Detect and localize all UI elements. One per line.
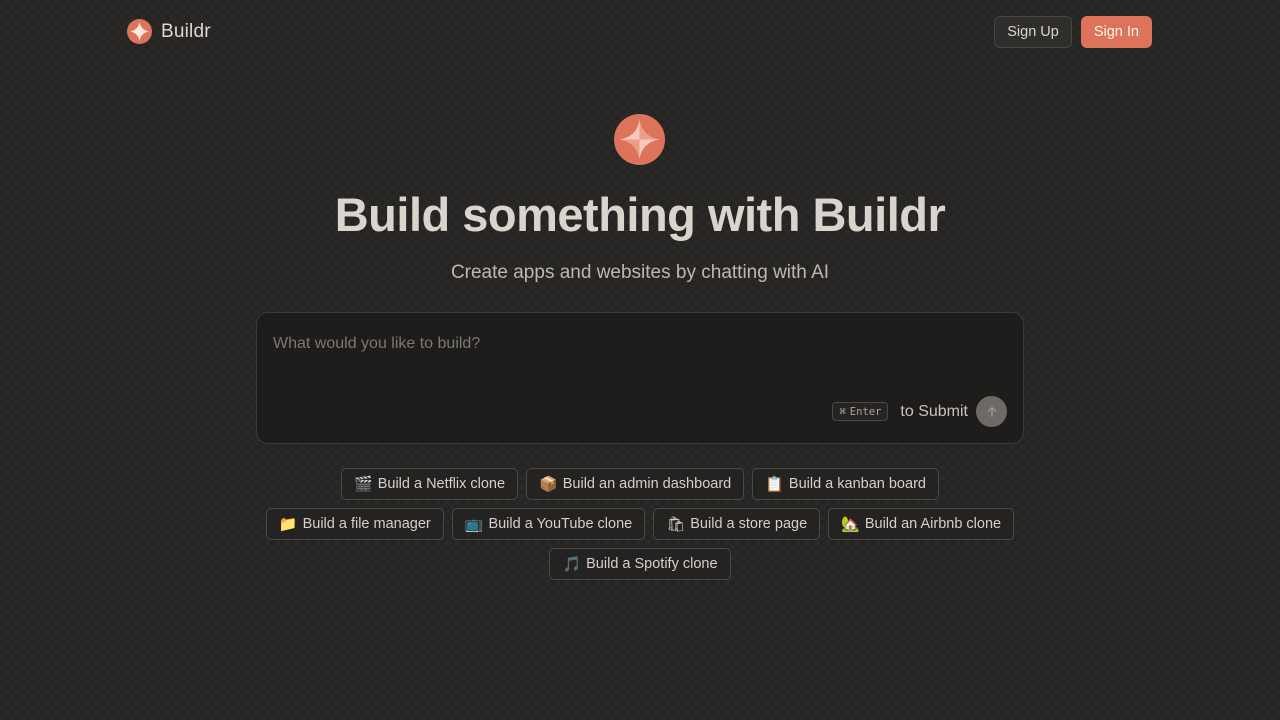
submit-hint: to Submit bbox=[900, 402, 968, 420]
suggestion-row: 📁 Build a file manager 📺 Build a YouTube… bbox=[0, 508, 1280, 540]
television-icon: 📺 bbox=[464, 515, 484, 533]
suggestion-label: Build an admin dashboard bbox=[562, 476, 732, 492]
suggestion-admin-dashboard[interactable]: 📦 Build an admin dashboard bbox=[526, 468, 745, 500]
suggestion-file-manager[interactable]: 📁 Build a file manager bbox=[265, 508, 444, 540]
suggestion-chips: 🎬 Build a Netflix clone 📦 Build an admin… bbox=[0, 468, 1280, 588]
shopping-bags-icon: 🛍 bbox=[666, 515, 686, 533]
brand-name: Buildr bbox=[161, 20, 211, 42]
arrow-up-icon bbox=[987, 406, 996, 417]
hero-logo-icon bbox=[614, 114, 665, 165]
suggestion-label: Build a YouTube clone bbox=[488, 516, 633, 532]
clipboard-icon: 📋 bbox=[765, 475, 784, 493]
clapperboard-icon: 🎬 bbox=[354, 475, 373, 493]
page-subtitle: Create apps and websites by chatting wit… bbox=[450, 262, 830, 283]
prompt-input[interactable] bbox=[273, 335, 1003, 395]
folder-icon: 📁 bbox=[278, 515, 298, 533]
suggestion-row: 🎵 Build a Spotify clone bbox=[0, 548, 1280, 580]
submit-row: ⌘ Enter to Submit bbox=[832, 396, 1007, 427]
suggestion-youtube-clone[interactable]: 📺 Build a YouTube clone bbox=[451, 508, 646, 540]
suggestion-label: Build a file manager bbox=[302, 516, 431, 532]
prompt-composer: ⌘ Enter to Submit bbox=[256, 312, 1024, 444]
music-note-icon: 🎵 bbox=[562, 555, 582, 573]
house-icon: 🏡 bbox=[841, 515, 860, 533]
suggestion-label: Build an Airbnb clone bbox=[864, 516, 1002, 532]
suggestion-label: Build a kanban board bbox=[788, 476, 926, 492]
command-key-icon: ⌘ bbox=[839, 405, 846, 418]
enter-key-label: Enter bbox=[849, 405, 882, 418]
buildr-logo-icon bbox=[127, 19, 152, 44]
package-icon: 📦 bbox=[539, 475, 558, 493]
suggestion-row: 🎬 Build a Netflix clone 📦 Build an admin… bbox=[0, 468, 1280, 500]
suggestion-label: Build a Netflix clone bbox=[377, 476, 506, 492]
suggestion-store-page[interactable]: 🛍 Build a store page bbox=[653, 508, 821, 540]
auth-buttons: Sign Up Sign In bbox=[994, 16, 1152, 48]
suggestion-airbnb-clone[interactable]: 🏡 Build an Airbnb clone bbox=[828, 508, 1015, 540]
suggestion-label: Build a Spotify clone bbox=[586, 556, 718, 572]
suggestion-spotify-clone[interactable]: 🎵 Build a Spotify clone bbox=[549, 548, 731, 580]
sign-up-button[interactable]: Sign Up bbox=[994, 16, 1072, 48]
keyboard-shortcut-badge: ⌘ Enter bbox=[832, 402, 889, 421]
brand[interactable]: Buildr bbox=[127, 19, 211, 44]
send-button[interactable] bbox=[976, 396, 1007, 427]
top-header: Buildr Sign Up Sign In bbox=[0, 0, 1280, 64]
page-title: Build something with Buildr bbox=[334, 188, 946, 241]
suggestion-netflix-clone[interactable]: 🎬 Build a Netflix clone bbox=[341, 468, 519, 500]
suggestion-label: Build a store page bbox=[690, 516, 808, 532]
suggestion-kanban-board[interactable]: 📋 Build a kanban board bbox=[752, 468, 939, 500]
sign-in-button[interactable]: Sign In bbox=[1080, 16, 1152, 48]
